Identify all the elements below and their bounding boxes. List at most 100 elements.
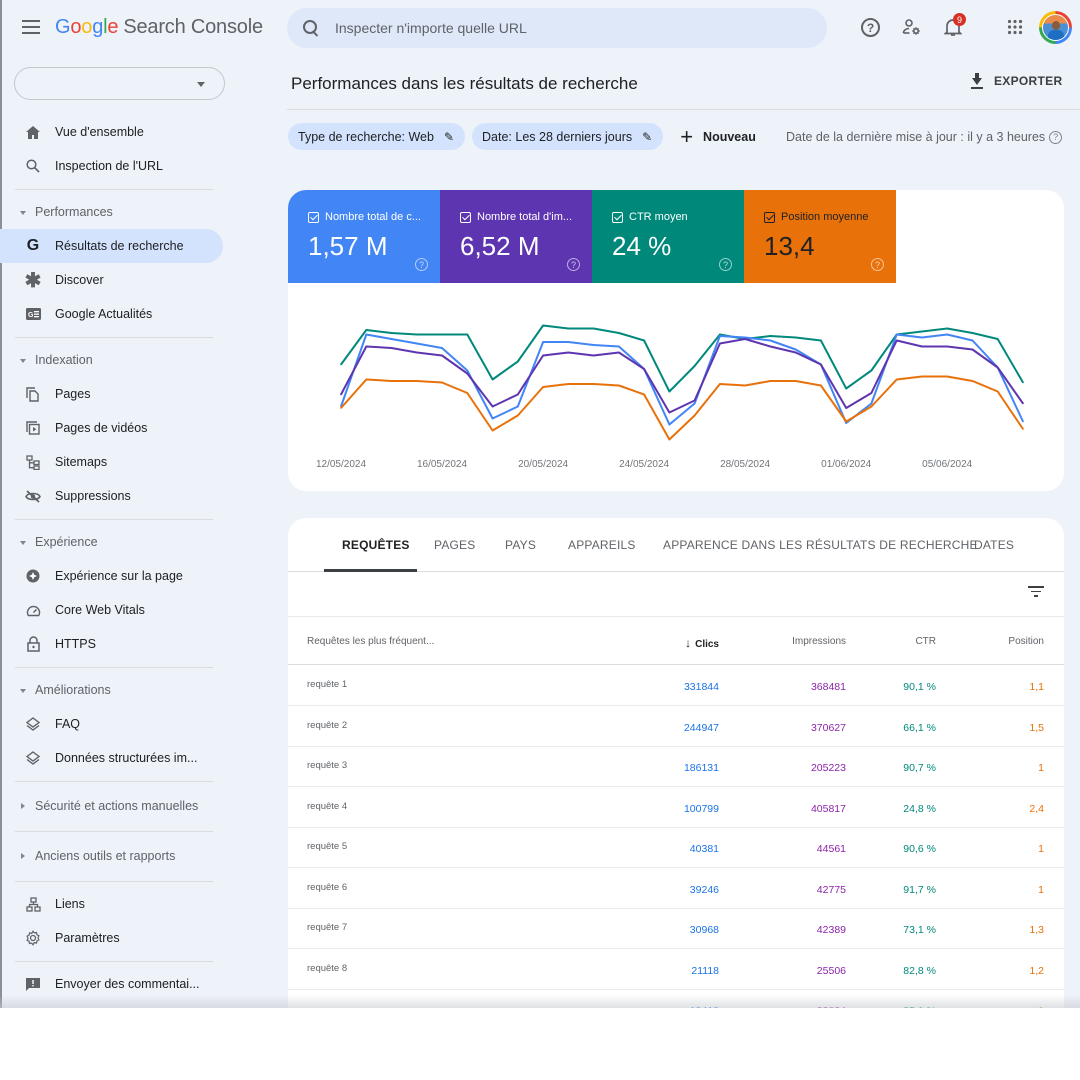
ctr-cell: 91,7 % (903, 883, 936, 896)
column-header-impressions[interactable]: Impressions (792, 636, 846, 647)
table-row[interactable]: requête 3 186131 205223 90,7 % 1 (288, 747, 1064, 787)
sidebar-item-pages[interactable]: Pages (0, 377, 223, 411)
sidebar-item-faq[interactable]: FAQ (0, 707, 223, 741)
search-type-filter-chip[interactable]: Type de recherche: Web ✎ (288, 123, 466, 150)
data-point (567, 383, 570, 385)
sidebar-item-send-feedback[interactable]: Envoyer des commentai... (0, 967, 223, 1001)
sidebar-item-search-results[interactable]: G Résultats de recherche (0, 229, 223, 263)
help-icon[interactable]: ? (719, 258, 732, 271)
checkbox-checked-icon[interactable] (764, 211, 775, 223)
data-point (416, 351, 418, 354)
sidebar-section-performances[interactable]: Performances (0, 195, 230, 229)
account-avatar[interactable] (1039, 11, 1072, 44)
metric-total-impressions[interactable]: Nombre total d'im... 6,52 M ? (440, 190, 592, 283)
position-cell: 1,1 (1029, 681, 1044, 693)
sidebar-item-removals[interactable]: Suppressions (0, 479, 223, 513)
sidebar-item-links[interactable]: Liens (0, 887, 223, 921)
tab-search-appearance[interactable]: APPARENCE DANS LES RÉSULTATS DE RECHERCH… (663, 538, 978, 552)
help-icon[interactable]: ? (1049, 130, 1063, 144)
tab-countries[interactable]: PAYS (505, 538, 536, 552)
sidebar-section-improvements[interactable]: Améliorations (0, 673, 230, 707)
sidebar-section-indexation[interactable]: Indexation (0, 343, 230, 377)
table-row[interactable]: requête 6 39246 42775 91,7 % 1 (288, 869, 1064, 909)
series-line-ctr-moyen[interactable] (340, 324, 1024, 393)
help-icon[interactable]: ? (415, 258, 428, 271)
sidebar-item-page-experience[interactable]: Expérience sur la page (0, 559, 223, 593)
help-icon[interactable]: ? (567, 258, 580, 271)
date-filter-chip[interactable]: Date: Les 28 derniers jours ✎ (472, 123, 664, 150)
export-button[interactable]: EXPORTER (970, 73, 1062, 89)
help-icon[interactable]: ? (861, 18, 880, 37)
tab-queries[interactable]: REQUÊTES (342, 538, 410, 552)
sidebar-item-url-inspection[interactable]: Inspection de l'URL (0, 149, 223, 183)
checkbox-checked-icon[interactable] (460, 211, 471, 223)
help-icon[interactable]: ? (871, 258, 884, 271)
hamburger-menu-icon[interactable] (22, 20, 40, 34)
table-row[interactable]: requête 8 21118 25506 82,8 % 1,2 (288, 950, 1064, 990)
url-inspection-search[interactable] (287, 8, 827, 48)
sidebar-divider (15, 831, 213, 832)
lock-icon (25, 636, 41, 652)
tab-pages[interactable]: PAGES (434, 538, 475, 552)
apps-grid-icon[interactable] (1004, 16, 1026, 38)
section-title: Anciens outils et rapports (35, 849, 176, 863)
logo-letter: o (70, 16, 82, 38)
data-point (744, 384, 746, 387)
data-point (820, 363, 822, 366)
query-cell: requête 5 (307, 841, 348, 852)
checkbox-checked-icon[interactable] (612, 211, 623, 223)
new-filter-button[interactable]: + Nouveau (680, 125, 756, 148)
tab-dates[interactable]: DATES (974, 538, 1014, 552)
table-row[interactable]: requête 5 40381 44561 90,6 % 1 (288, 828, 1064, 868)
series-line-position-moyenne[interactable] (340, 375, 1024, 441)
sidebar-item-core-web-vitals[interactable]: Core Web Vitals (0, 593, 223, 627)
metric-average-position[interactable]: Position moyenne 13,4 ? (744, 190, 896, 283)
checkbox-checked-icon[interactable] (308, 211, 319, 223)
data-point (845, 387, 847, 390)
data-point (693, 365, 696, 367)
sidebar-item-overview[interactable]: Vue d'ensemble (0, 115, 223, 149)
tab-devices[interactable]: APPAREILS (568, 538, 636, 552)
sidebar-item-structured-data[interactable]: Données structurées im... (0, 741, 223, 775)
data-point (441, 333, 443, 336)
data-point (466, 372, 469, 375)
impressions-cell: 25506 (816, 964, 846, 977)
google-g-icon: G (26, 237, 40, 254)
product-logo[interactable]: Google Search Console (55, 16, 263, 39)
table-row[interactable]: requête 2 244947 370627 66,1 % 1,5 (288, 707, 1064, 747)
sidebar-item-sitemaps[interactable]: Sitemaps (0, 445, 223, 479)
column-header-ctr[interactable]: CTR (915, 636, 936, 647)
column-header-clicks[interactable]: ↓ Clics (685, 636, 719, 650)
table-row[interactable]: requête 4 100799 405817 24,8 % 2,4 (288, 788, 1064, 828)
clicks-cell: 21118 (691, 964, 719, 977)
sidebar-item-settings[interactable]: Paramètres (0, 921, 223, 955)
metric-total-clicks[interactable]: Nombre total de c... 1,57 M ? (288, 190, 440, 283)
sidebar-item-about[interactable]: À propos de la Search C... (0, 1001, 223, 1008)
sidebar-section-security[interactable]: Sécurité et actions manuelles (0, 787, 230, 825)
sidebar-item-google-news[interactable]: G Google Actualités (0, 297, 223, 331)
performance-line-chart[interactable]: 12/05/2024 16/05/2024 20/05/2024 24/05/2024… (288, 283, 1064, 491)
table-row[interactable]: requête 1 331844 368481 90,1 % 1,1 (288, 666, 1064, 706)
data-point (668, 438, 671, 441)
user-settings-icon[interactable] (901, 16, 923, 38)
filter-rows-icon[interactable] (1028, 586, 1044, 598)
position-cell: 2,4 (1029, 802, 1044, 815)
section-title: Améliorations (35, 683, 111, 697)
sidebar-item-video-pages[interactable]: Pages de vidéos (0, 411, 223, 445)
sidebar-section-legacy-tools[interactable]: Anciens outils et rapports (0, 837, 230, 875)
sidebar-section-experience[interactable]: Expérience (0, 525, 230, 559)
column-header-position[interactable]: Position (1008, 636, 1044, 647)
property-selector[interactable] (14, 67, 225, 100)
sidebar-item-discover[interactable]: ✱ Discover (0, 263, 223, 297)
url-inspection-input[interactable] (335, 20, 795, 36)
layers-icon (25, 716, 41, 732)
data-point (870, 392, 873, 394)
column-header-queries[interactable]: Requêtes les plus fréquent... (307, 636, 434, 647)
table-row[interactable]: 19419 22824 85,1 % 1 (288, 990, 1064, 1008)
data-point (466, 392, 469, 394)
section-title: Expérience (35, 535, 98, 549)
sidebar-item-https[interactable]: HTTPS (0, 627, 223, 661)
metric-average-ctr[interactable]: CTR moyen 24 % ? (592, 190, 744, 283)
filter-chip-label: Type de recherche: Web (298, 129, 434, 144)
table-row[interactable]: requête 7 30968 42389 73,1 % 1,3 (288, 909, 1064, 949)
